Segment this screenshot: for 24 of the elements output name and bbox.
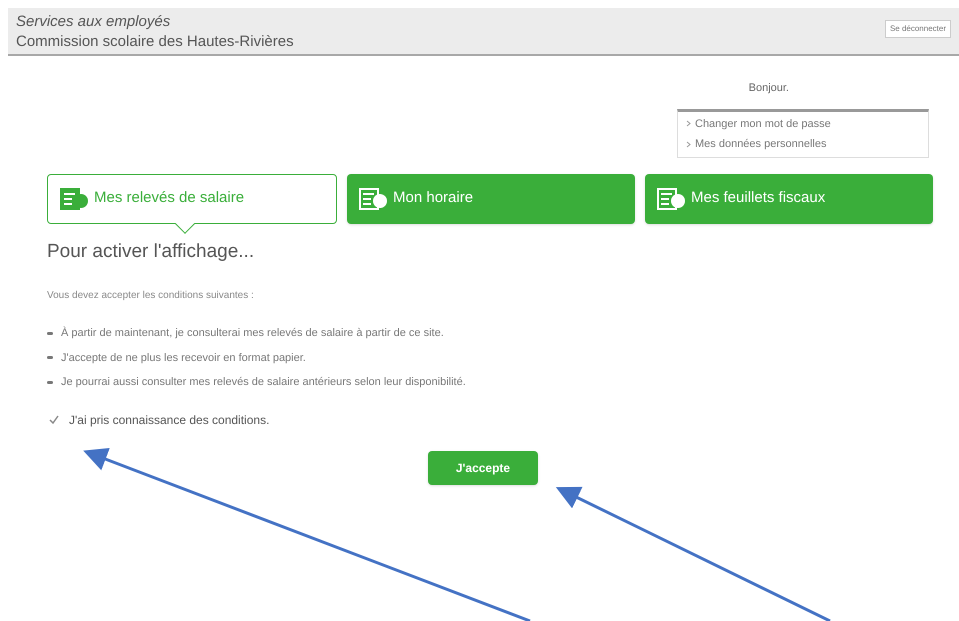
chevron-icon bbox=[686, 120, 691, 128]
tab[interactable]: Mes feuillets fiscaux bbox=[645, 174, 933, 224]
bullet-icon bbox=[47, 380, 53, 384]
checkbox[interactable] bbox=[47, 412, 61, 426]
bullet-icon bbox=[47, 332, 53, 335]
document-icon bbox=[60, 188, 90, 210]
menu-link[interactable]: Changer mon mot de passe bbox=[695, 116, 831, 132]
menu-link[interactable]: Mes données personnelles bbox=[695, 136, 826, 152]
header-title: Commission scolaire des Hautes-Rivières bbox=[16, 32, 294, 52]
accept-button[interactable]: J'accepte bbox=[428, 450, 538, 484]
header-subtitle: Services aux employés bbox=[16, 12, 172, 32]
condition-text: Je pourrai aussi consulter mes relevés de salaire antérieurs selon leur disponibilité. bbox=[61, 375, 466, 390]
greeting-text: Bonjour. bbox=[748, 81, 789, 96]
document-icon bbox=[657, 188, 687, 210]
document-icon bbox=[359, 188, 389, 210]
condition-text: J'accepte de ne plus les recevoir en format papier. bbox=[61, 350, 306, 366]
agreement-label: J'ai pris connaissance des conditions. bbox=[69, 412, 270, 428]
tab[interactable]: Mon horaire bbox=[347, 174, 635, 224]
bullet-icon bbox=[47, 356, 53, 360]
chevron-icon bbox=[686, 140, 691, 148]
section-heading: Pour activer l'affichage... bbox=[47, 240, 256, 264]
intro-text: Vous devez accepter les conditions suivantes : bbox=[47, 289, 255, 303]
condition-text: À partir de maintenant, je consulterai mes relevés de salaire à partir de ce site. bbox=[61, 326, 444, 341]
logout-button[interactable]: Se déconnecter bbox=[884, 20, 951, 38]
